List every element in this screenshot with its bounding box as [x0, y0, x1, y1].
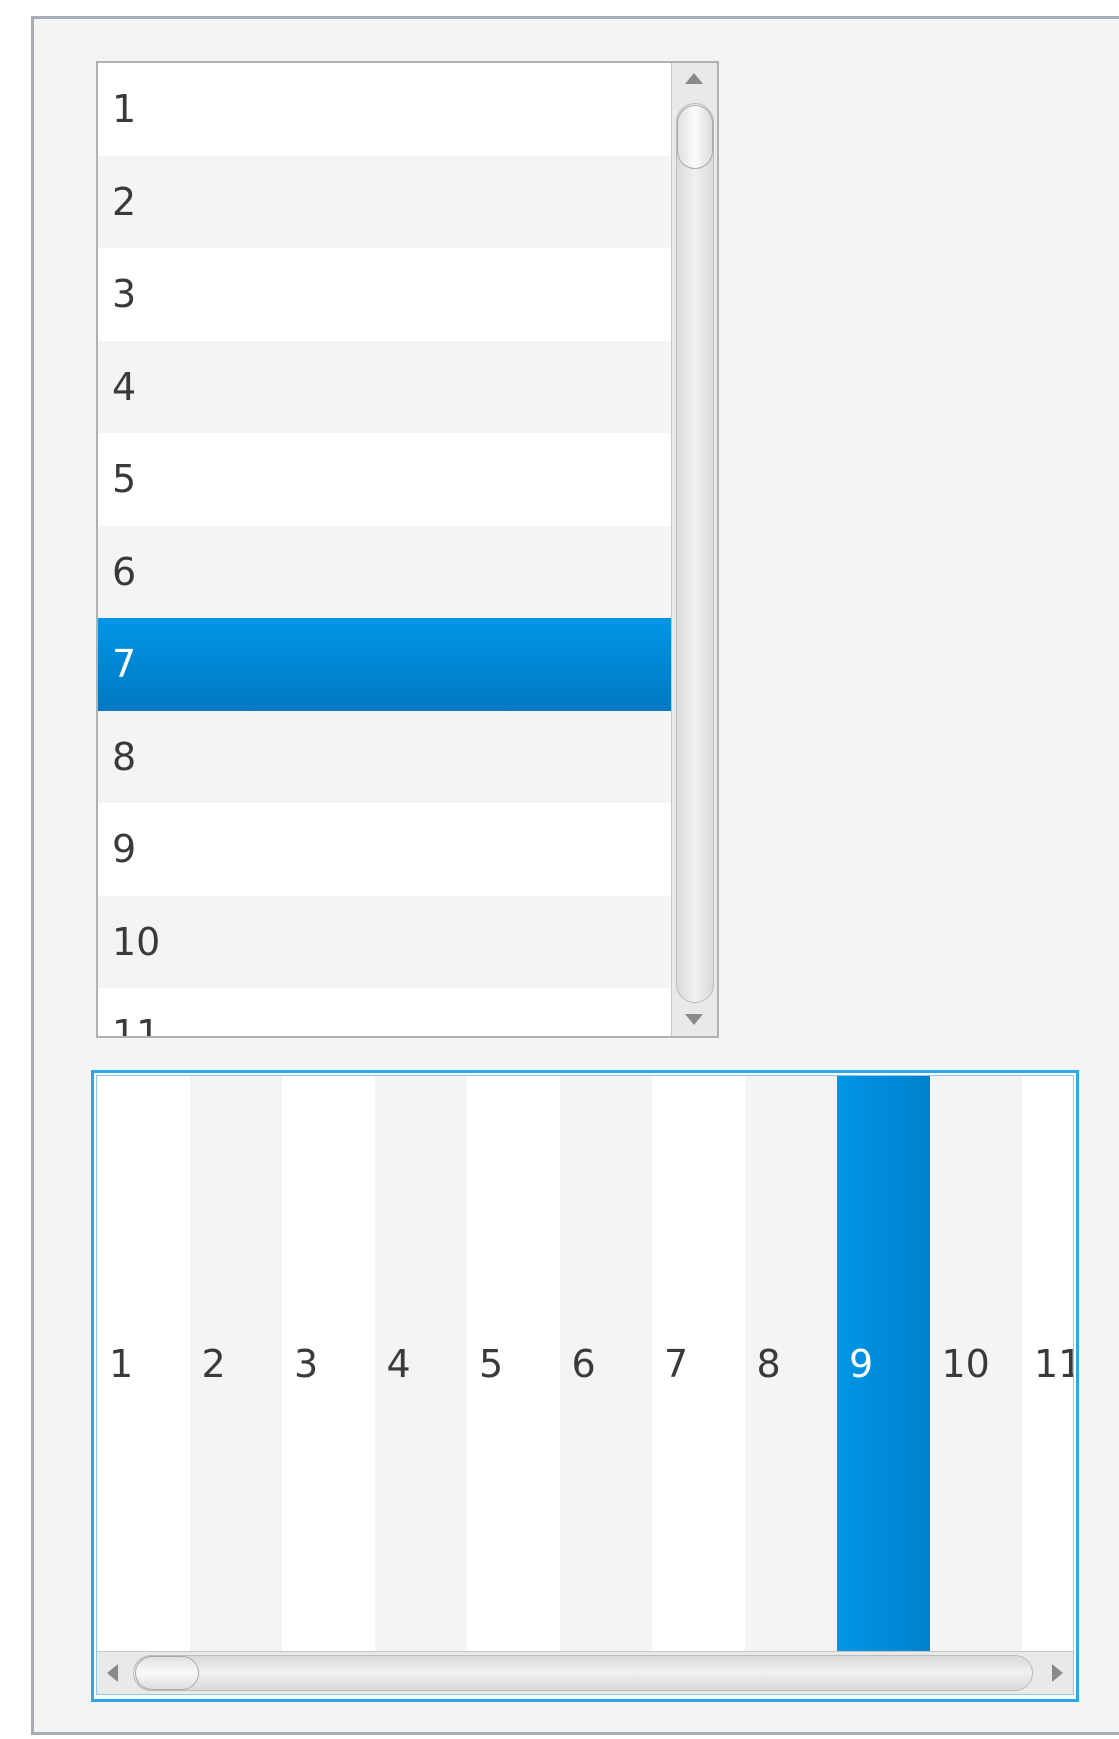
horizontal-list-view[interactable]: 1 2 3 4 5 6 7 8 9 10 11 [91, 1070, 1079, 1702]
list-item[interactable]: 11 [1022, 1076, 1073, 1651]
list-item[interactable]: 7 [652, 1076, 745, 1651]
list-item[interactable]: 6 [559, 1076, 652, 1651]
scroll-left-arrow-icon[interactable] [107, 1664, 118, 1682]
scrollbar-thumb[interactable] [135, 1656, 199, 1690]
vertical-list-view[interactable]: 1 2 3 4 5 6 7 8 9 10 11 [96, 61, 719, 1038]
list-item[interactable]: 3 [282, 1076, 375, 1651]
scroll-up-arrow-icon[interactable] [685, 73, 703, 84]
list-item[interactable]: 8 [744, 1076, 837, 1651]
list-item-selected[interactable]: 7 [98, 618, 671, 711]
list-item[interactable]: 2 [98, 155, 671, 248]
horizontal-list-cells: 1 2 3 4 5 6 7 8 9 10 11 [97, 1076, 1073, 1651]
list-item-selected[interactable]: 9 [837, 1076, 930, 1651]
list-item[interactable]: 10 [98, 895, 671, 988]
scroll-down-arrow-icon[interactable] [685, 1014, 703, 1025]
list-item[interactable]: 4 [98, 340, 671, 433]
list-item[interactable]: 10 [929, 1076, 1022, 1651]
scrollbar-thumb[interactable] [677, 105, 713, 169]
list-item[interactable]: 2 [189, 1076, 282, 1651]
horizontal-list-focus-ring: 1 2 3 4 5 6 7 8 9 10 11 [96, 1075, 1074, 1695]
list-item[interactable]: 4 [374, 1076, 467, 1651]
list-item[interactable]: 1 [97, 1076, 190, 1651]
list-item[interactable]: 6 [98, 525, 671, 618]
list-item[interactable]: 8 [98, 710, 671, 803]
list-item[interactable]: 11 [98, 988, 671, 1036]
horizontal-scrollbar[interactable] [97, 1651, 1073, 1694]
list-item[interactable]: 9 [98, 803, 671, 896]
list-item[interactable]: 5 [98, 433, 671, 526]
list-item[interactable]: 1 [98, 63, 671, 156]
list-item[interactable]: 3 [98, 248, 671, 341]
scrollbar-track[interactable] [676, 103, 714, 1003]
list-item[interactable]: 5 [467, 1076, 560, 1651]
vertical-list-rows: 1 2 3 4 5 6 7 8 9 10 11 [98, 63, 671, 1036]
scrollbar-track[interactable] [133, 1655, 1033, 1691]
vertical-scrollbar[interactable] [671, 63, 717, 1036]
scroll-right-arrow-icon[interactable] [1052, 1664, 1063, 1682]
